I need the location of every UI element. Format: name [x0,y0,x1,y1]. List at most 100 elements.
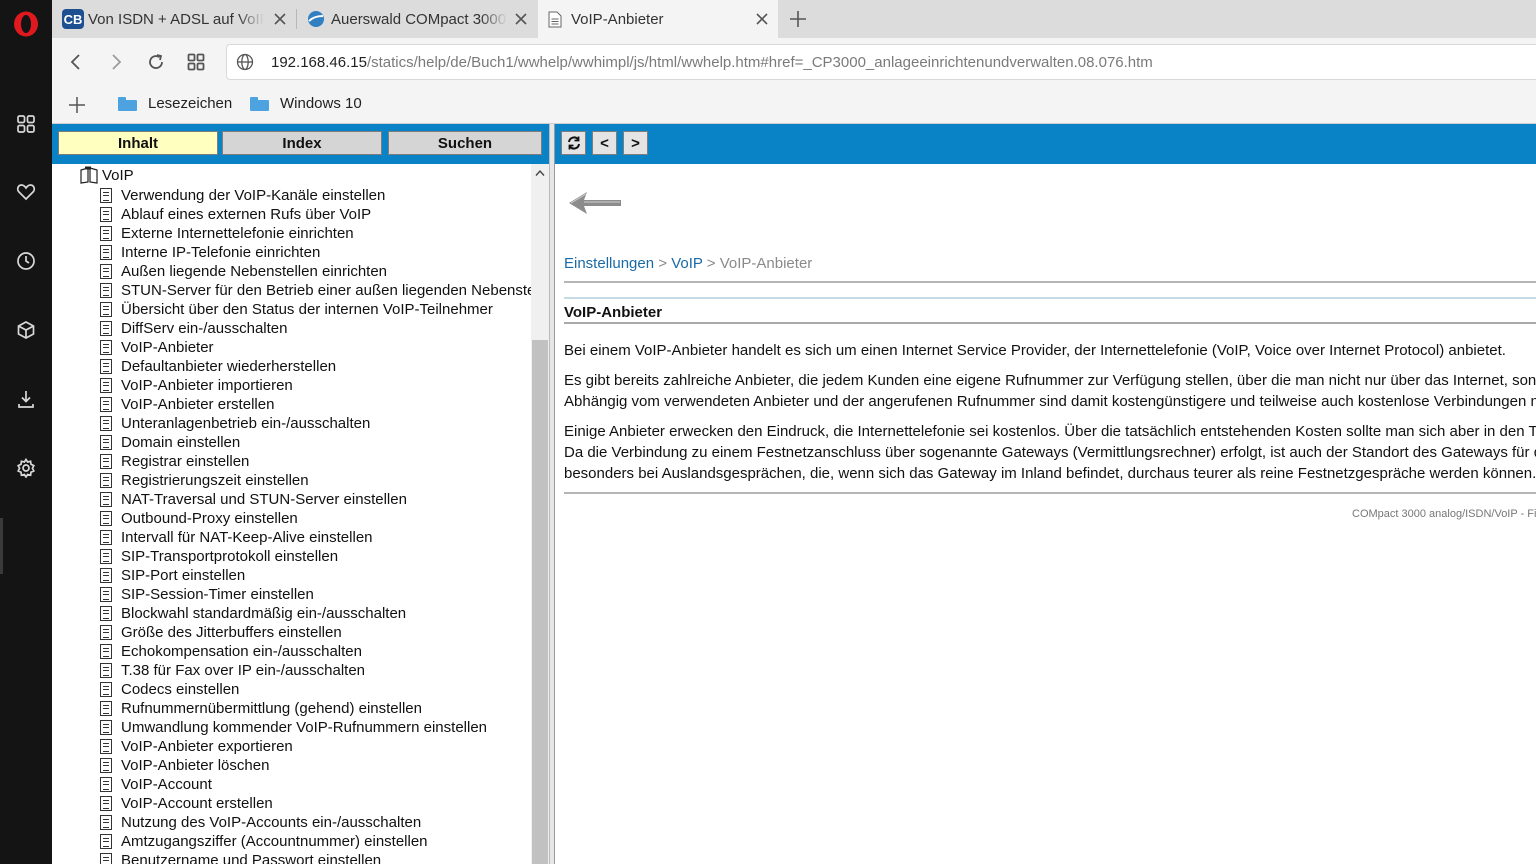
reload-button[interactable] [144,50,168,74]
toc-item[interactable]: Echokompensation ein-/ausschalten [100,642,362,661]
toc-item-label: Registrar einstellen [121,453,250,470]
document-icon [100,321,112,336]
document-icon [100,815,112,830]
toc-item[interactable]: Registrierungszeit einstellen [100,471,309,490]
speed-dial-icon[interactable] [12,110,40,138]
toc-item[interactable]: Registrar einstellen [100,452,249,471]
toc-item-label: NAT-Traversal und STUN-Server einstellen [121,491,407,508]
document-icon [100,739,112,754]
folder-icon [118,96,137,111]
close-icon[interactable] [272,11,288,27]
tab-suchen[interactable]: Suchen [388,131,542,155]
toc-item[interactable]: Ablauf eines externen Rufs über VoIP [100,205,371,224]
tab-isdn-adsl[interactable]: CB Von ISDN + ADSL auf VoIP [52,0,296,38]
document-icon [100,492,112,507]
back-button[interactable] [64,50,88,74]
heart-icon[interactable] [12,178,40,206]
document-icon [100,644,112,659]
toc-item[interactable]: Domain einstellen [100,433,240,452]
toc-item[interactable]: T.38 für Fax over IP ein-/ausschalten [100,661,365,680]
toc-item[interactable]: Nutzung des VoIP-Accounts ein-/ausschalt… [100,813,421,832]
toc-item[interactable]: NAT-Traversal und STUN-Server einstellen [100,490,407,509]
computerbase-icon: CB [62,9,84,29]
toc-item-label: VoIP-Anbieter löschen [121,757,270,774]
tab-auerswald[interactable]: Auerswald COMpact 3000 [297,0,537,38]
toc-item[interactable]: Blockwahl standardmäßig ein-/ausschalten [100,604,406,623]
bookmark-folder-windows10[interactable]: Windows 10 [250,95,362,112]
cube-icon[interactable] [12,316,40,344]
url-field[interactable]: 192.168.46.15/statics/help/de/Buch1/wwhe… [226,44,1536,80]
toc-item-label: Ablauf eines externen Rufs über VoIP [121,206,372,223]
toc-item[interactable]: DiffServ ein-/ausschalten [100,319,287,338]
sync-toc-button[interactable] [561,131,586,155]
toc-item[interactable]: Codecs einstellen [100,680,239,699]
toc-item[interactable]: SIP-Port einstellen [100,566,245,585]
document-icon [100,454,112,469]
scroll-thumb[interactable] [532,340,548,864]
toc-item-label: SIP-Port einstellen [121,567,246,584]
toc-item[interactable]: VoIP-Account [100,775,212,794]
tab-title: Auerswald COMpact 3000 [331,10,507,28]
speed-dial-button[interactable] [184,50,208,74]
history-icon[interactable] [12,247,40,275]
tab-index[interactable]: Index [222,131,382,155]
toc-item[interactable]: VoIP-Anbieter löschen [100,756,269,775]
opera-logo[interactable] [12,10,40,38]
toc-item[interactable]: STUN-Server für den Betrieb einer außen … [100,281,531,300]
add-bookmark-icon[interactable] [67,95,87,115]
table-of-contents: VoIP Verwendung der VoIP-Kanäle einstell… [52,164,531,864]
toc-item[interactable]: Intervall für NAT-Keep-Alive einstellen [100,528,373,547]
toc-item[interactable]: SIP-Session-Timer einstellen [100,585,314,604]
toc-root-voip[interactable]: VoIP [80,166,134,184]
toc-item[interactable]: VoIP-Anbieter exportieren [100,737,293,756]
toc-item[interactable]: VoIP-Anbieter importieren [100,376,293,395]
toc-item[interactable]: SIP-Transportprotokoll einstellen [100,547,338,566]
toc-item[interactable]: Outbound-Proxy einstellen [100,509,298,528]
toc-item[interactable]: Übersicht über den Status der internen V… [100,300,493,319]
tab-voip-anbieter[interactable]: VoIP-Anbieter [538,0,778,38]
toc-item[interactable]: Umwandlung kommender VoIP-Rufnummern ein… [100,718,487,737]
toc-item[interactable]: Amtzugangsziffer (Accountnummer) einstel… [100,832,428,851]
toc-item[interactable]: Interne IP-Telefonie einrichten [100,243,320,262]
back-arrow-icon[interactable] [567,190,625,216]
settings-icon[interactable] [12,454,40,482]
navigation-tabs: Inhalt Index Suchen [52,124,549,164]
globe-icon[interactable] [235,52,255,72]
scroll-up-button[interactable] [531,164,549,182]
close-icon[interactable] [513,11,529,27]
toc-item[interactable]: Externe Internettelefonie einrichten [100,224,354,243]
chevron-up-icon [535,169,545,176]
folder-icon [250,96,269,111]
toc-item[interactable]: Benutzername und Passwort einstellen [100,851,381,864]
toc-item-label: Intervall für NAT-Keep-Alive einstellen [121,529,373,546]
toc-item[interactable]: VoIP-Anbieter [100,338,214,357]
toc-item[interactable]: VoIP-Account erstellen [100,794,273,813]
url-path: /statics/help/de/Buch1/wwhelp/wwhimpl/js… [366,53,1153,71]
toc-item-label: STUN-Server für den Betrieb einer außen … [121,282,531,299]
bookmark-folder-lesezeichen[interactable]: Lesezeichen [118,95,232,112]
toc-item-label: Defaultanbieter wiederherstellen [121,358,337,375]
document-icon [100,511,112,526]
breadcrumb-link-voip[interactable]: VoIP [671,255,702,272]
toc-item[interactable]: Verwendung der VoIP-Kanäle einstellen [100,186,385,205]
page-icon [548,11,562,27]
next-page-button[interactable]: > [623,131,648,155]
toc-item[interactable]: Rufnummernübermittlung (gehend) einstell… [100,699,422,718]
document-icon [100,359,112,374]
new-tab-button[interactable] [788,9,808,29]
toc-scrollbar[interactable] [531,164,549,864]
forward-button[interactable] [104,50,128,74]
previous-page-button[interactable]: < [592,131,617,155]
toc-item[interactable]: Defaultanbieter wiederherstellen [100,357,336,376]
toc-item-label: Blockwahl standardmäßig ein-/ausschalten [121,605,407,622]
toc-item[interactable]: Unteranlagenbetrieb ein-/ausschalten [100,414,370,433]
download-icon[interactable] [12,385,40,413]
toc-item[interactable]: Größe des Jitterbuffers einstellen [100,623,342,642]
breadcrumb-link-einstellungen[interactable]: Einstellungen [564,255,654,272]
toc-item[interactable]: Außen liegende Nebenstellen einrichten [100,262,387,281]
document-icon [100,435,112,450]
close-icon[interactable] [754,11,770,27]
chevron-left-icon [70,54,80,70]
tab-inhalt[interactable]: Inhalt [58,131,218,155]
toc-item[interactable]: VoIP-Anbieter erstellen [100,395,274,414]
